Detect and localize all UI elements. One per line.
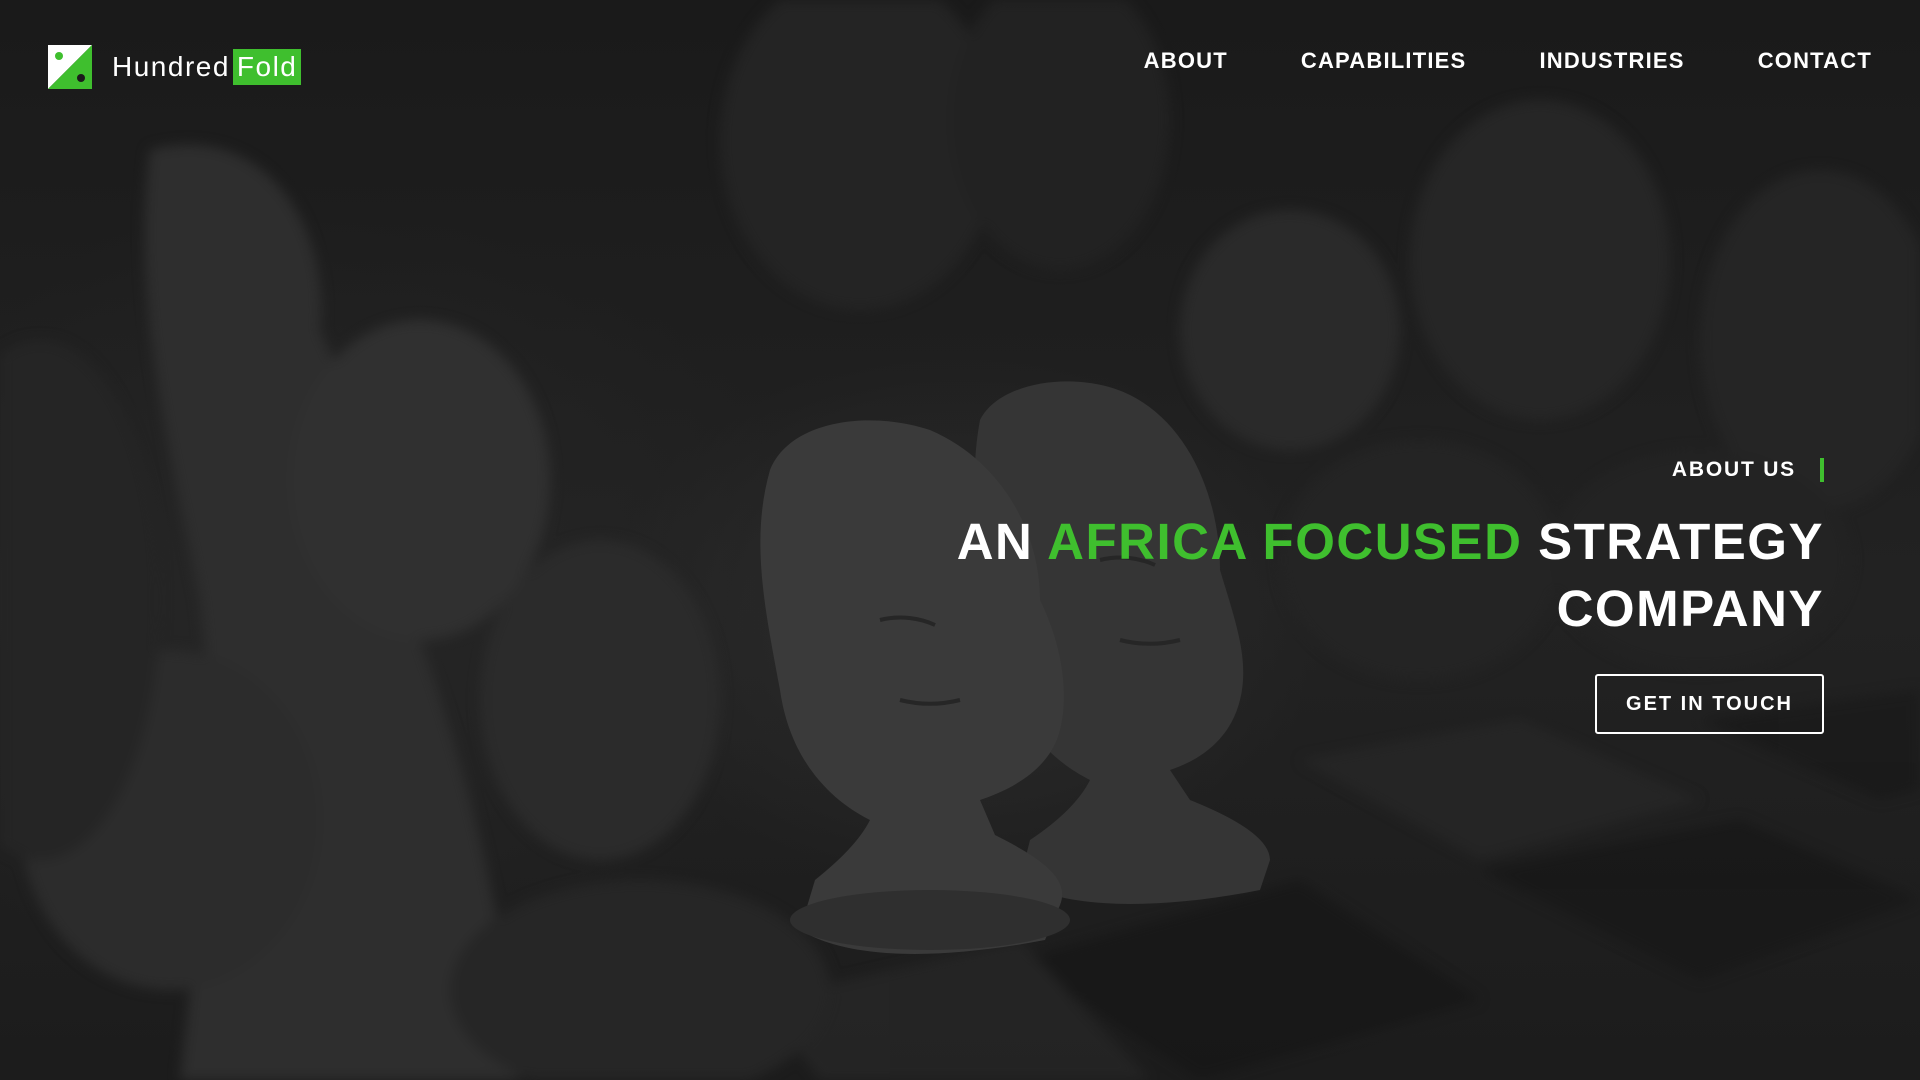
brand-wordmark: Hundred Fold xyxy=(112,49,302,85)
nav-link-about[interactable]: ABOUT xyxy=(1144,48,1228,74)
nav-link-industries[interactable]: INDUSTRIES xyxy=(1539,48,1684,74)
headline-line-2: COMPANY xyxy=(1556,580,1824,637)
headline-part-2: STRATEGY xyxy=(1522,513,1824,570)
eyebrow-label: ABOUT US xyxy=(1671,458,1796,481)
main-navigation: ABOUT CAPABILITIES INDUSTRIES CONTACT xyxy=(1144,48,1872,74)
hero-headline: AN AFRICA FOCUSED STRATEGY COMPANY xyxy=(924,508,1824,642)
hero-content: ABOUT US AN AFRICA FOCUSED STRATEGY COMP… xyxy=(924,458,1824,734)
brand-logo[interactable]: Hundred Fold xyxy=(48,45,302,89)
nav-link-contact[interactable]: CONTACT xyxy=(1758,48,1872,74)
nav-link-capabilities[interactable]: CAPABILITIES xyxy=(1301,48,1467,74)
eyebrow-accent-bar xyxy=(1820,458,1824,482)
brand-name-fold: Fold xyxy=(232,49,302,85)
headline-accent: AFRICA FOCUSED xyxy=(1047,513,1523,570)
headline-part-1: AN xyxy=(956,513,1048,570)
get-in-touch-button[interactable]: GET IN TOUCH xyxy=(1595,674,1824,734)
hero-section: Hundred Fold ABOUT CAPABILITIES INDUSTRI… xyxy=(0,0,1920,1080)
hundredfold-logo-icon xyxy=(48,45,92,89)
section-eyebrow: ABOUT US xyxy=(924,458,1824,482)
brand-name-hundred: Hundred xyxy=(112,51,230,82)
